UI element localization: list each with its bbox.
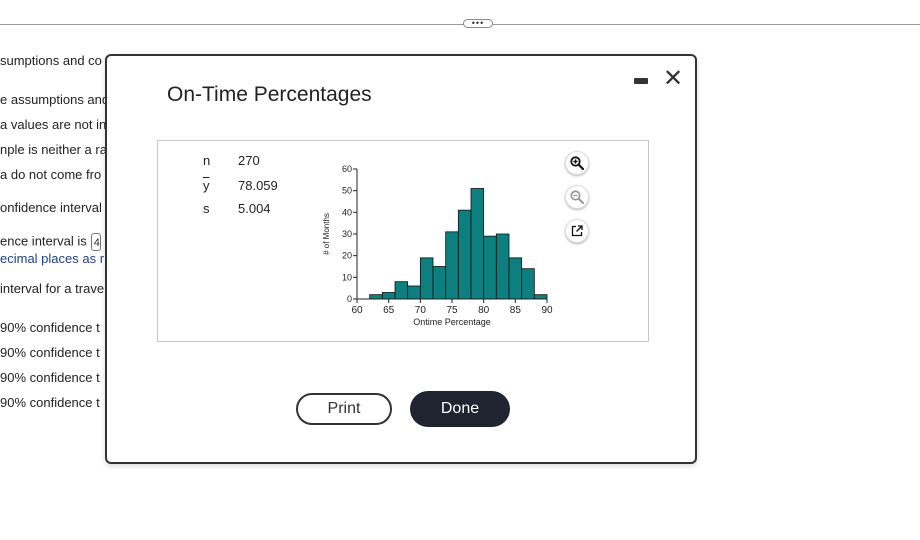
background-text-line: sumptions and co xyxy=(0,53,102,68)
answer-input-value: 4 xyxy=(93,237,100,249)
background-text-line: a values are not in xyxy=(0,117,107,132)
data-dialog: On-Time Percentages ✕ n 270 y 78.059 s 5… xyxy=(105,54,697,464)
external-link-icon[interactable] xyxy=(565,219,589,243)
stat-label-n: n xyxy=(203,153,211,168)
background-text-line: a do not come fro xyxy=(0,167,102,182)
minimize-icon[interactable] xyxy=(634,78,648,84)
x-tick-label: 85 xyxy=(510,305,522,316)
drag-handle[interactable]: ••• xyxy=(463,19,493,28)
background-text-line: nple is neither a ra xyxy=(0,142,107,157)
histogram-bar xyxy=(533,294,548,300)
x-tick-label: 75 xyxy=(446,305,458,316)
background-text-line: onfidence interval xyxy=(0,200,102,215)
histogram-bar xyxy=(521,268,535,300)
background-text: ence interval is xyxy=(0,233,87,249)
x-tick-label: 90 xyxy=(541,305,553,316)
y-tick-label: 10 xyxy=(342,272,352,282)
background-text-line: ecimal places as r xyxy=(0,251,105,266)
histogram-bar xyxy=(483,235,497,300)
zoom-in-icon[interactable] xyxy=(565,151,589,175)
zoom-out-icon[interactable] xyxy=(565,185,589,209)
histogram-bar xyxy=(457,209,472,300)
y-tick-label: 0 xyxy=(347,294,352,304)
x-axis-title: Ontime Percentage xyxy=(413,317,491,327)
background-option[interactable]: 90% confidence t xyxy=(0,320,100,335)
histogram-bar xyxy=(369,294,383,300)
y-tick-label: 60 xyxy=(342,164,352,174)
dialog-title: On-Time Percentages xyxy=(167,83,372,106)
top-divider xyxy=(0,24,920,25)
histogram-bar xyxy=(470,188,485,300)
histogram-bar xyxy=(407,285,421,300)
y-tick-label: 40 xyxy=(342,207,352,217)
histogram-bar xyxy=(394,281,409,300)
stat-value-s: 5.004 xyxy=(238,201,271,216)
answer-input-box[interactable]: 4 xyxy=(90,233,101,251)
x-tick-label: 65 xyxy=(383,305,395,316)
y-tick-label: 50 xyxy=(342,186,352,196)
data-panel: n 270 y 78.059 s 5.004 60 65 70 75 80 85 90 0 10… xyxy=(157,140,649,342)
background-text-line: e assumptions and xyxy=(0,92,110,107)
histogram-bar xyxy=(508,257,523,300)
histogram-bar xyxy=(381,292,396,300)
background-option[interactable]: 90% confidence t xyxy=(0,395,100,410)
print-button[interactable]: Print xyxy=(296,393,392,425)
y-tick-label: 30 xyxy=(342,229,352,239)
close-icon[interactable]: ✕ xyxy=(662,67,684,91)
background-text-line-with-answer: ence interval is 4 xyxy=(0,233,101,251)
stat-label-ybar: y xyxy=(203,178,210,193)
histogram-bar xyxy=(495,233,510,300)
stat-value-ybar: 78.059 xyxy=(238,178,278,193)
y-axis-title: # of Months xyxy=(322,213,331,255)
background-option[interactable]: 90% confidence t xyxy=(0,370,100,385)
histogram-bar xyxy=(432,266,447,300)
x-tick-label: 60 xyxy=(351,305,363,316)
stat-label-s: s xyxy=(203,201,210,216)
x-tick-label: 80 xyxy=(478,305,490,316)
histogram-bar xyxy=(445,231,459,300)
y-tick-label: 20 xyxy=(342,251,352,261)
stat-value-n: 270 xyxy=(238,153,260,168)
x-tick-label: 70 xyxy=(415,305,427,316)
done-button[interactable]: Done xyxy=(410,391,510,427)
background-option[interactable]: 90% confidence t xyxy=(0,345,100,360)
histogram-chart: 60 65 70 75 80 85 90 0 10 20 30 40 50 60 Ontime Percen… xyxy=(322,164,553,327)
background-text-line: interval for a trave xyxy=(0,281,105,296)
histogram-bar xyxy=(419,257,434,300)
